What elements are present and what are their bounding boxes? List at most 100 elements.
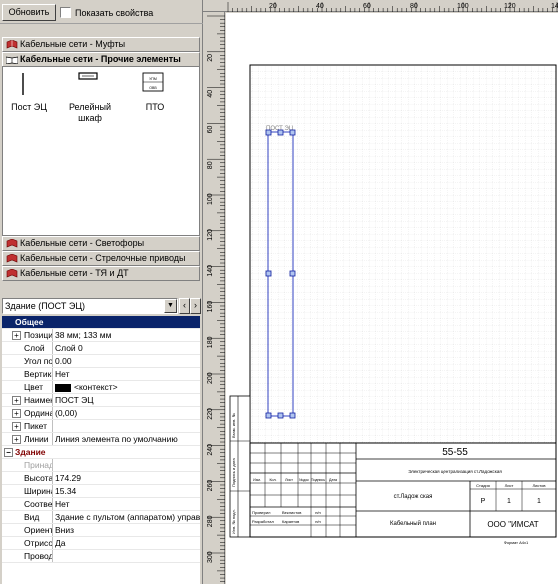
property-category-label: Здание [15, 447, 46, 457]
pto-icon-top-text: УПМ [149, 77, 157, 81]
property-value[interactable] [54, 420, 200, 432]
property-row[interactable]: +Позиция38 мм; 133 мм [2, 329, 200, 342]
property-key: Позиция [2, 329, 53, 341]
property-value[interactable]: <контекст> [54, 381, 200, 393]
property-value[interactable]: 0.00 [54, 355, 200, 367]
property-value[interactable]: 38 мм; 133 мм [54, 329, 200, 341]
property-key: Вертикально [2, 368, 53, 380]
handle-bottom[interactable] [277, 412, 284, 419]
property-value-text: Нет [55, 369, 70, 379]
property-value[interactable]: ПОСТ ЭЦ [54, 394, 200, 406]
object-selector-value: Здание (ПОСТ ЭЦ) [5, 301, 85, 311]
group-cable-switch-drives[interactable]: Кабельные сети - Стрелочные приводы [2, 251, 200, 266]
col-kol: Кол. [269, 478, 276, 482]
handle-bottom-left[interactable] [265, 412, 272, 419]
property-row[interactable]: СоответствиеНет [2, 498, 200, 511]
property-category[interactable]: − Здание [2, 446, 200, 459]
handle-top-left[interactable] [265, 129, 272, 136]
property-value-text: Вниз [55, 525, 75, 535]
property-value[interactable] [54, 459, 200, 471]
palette-item-post-ec[interactable]: Пост ЭЦ [9, 69, 49, 113]
show-properties-checkbox[interactable]: Показать свойства [60, 5, 153, 20]
ruler-label: 220 [207, 408, 214, 420]
property-row[interactable]: ВертикальноНет [2, 368, 200, 381]
property-value[interactable]: 15.34 [54, 485, 200, 497]
drawing-canvas[interactable]: Взам. инв. № Подпись и дата Инв. № подл.… [226, 13, 558, 584]
library-toolbar: Обновить Показать свойства [0, 0, 203, 24]
property-value[interactable]: Вниз [54, 524, 200, 536]
property-value-text: Здание с пультом (аппаратом) управления [55, 512, 200, 522]
property-value[interactable]: 174.29 [54, 472, 200, 484]
property-category[interactable]: −Общее [2, 316, 200, 329]
property-row[interactable]: + Линии Линия элемента по умолчанию [2, 433, 200, 446]
group-cable-other[interactable]: Кабельные сети - Прочие элементы [2, 52, 200, 67]
col-list: Лист [285, 478, 293, 482]
chevron-down-icon[interactable]: ▼ [164, 299, 177, 313]
sheet-value: 1 [507, 498, 511, 505]
palette-item-pto[interactable]: УПМ ОВВ ПТО [133, 69, 177, 113]
sign-cell-2: п/п [315, 519, 320, 524]
property-row[interactable]: Принадлежность [2, 459, 200, 472]
pto-icon: УПМ ОВВ [142, 72, 164, 92]
post-ec-icon [22, 73, 24, 95]
property-value[interactable]: Да [54, 537, 200, 549]
sheet-header: Лист [505, 483, 514, 488]
prev-object-button[interactable]: ‹ [179, 298, 190, 314]
open-book-icon [6, 56, 18, 64]
property-key: Ордината [2, 407, 53, 419]
stamp-format: Формат А4х1 [504, 540, 529, 545]
property-row[interactable]: Цвет <контекст> [2, 381, 200, 394]
col-sign: Подпись [311, 478, 325, 482]
group-label: Кабельные сети - Прочие элементы [20, 54, 181, 64]
vertical-ruler-ticks: 20 40 60 80 100 120 140 160 180 200 220 240 260 280 30… [207, 15, 225, 582]
stamp-station: ст.Ладож ская [394, 494, 433, 500]
col-ndok: №док [299, 478, 309, 482]
ruler-label: 80 [410, 3, 418, 10]
color-swatch-icon [55, 383, 71, 392]
property-row[interactable]: + Пикет [2, 420, 200, 433]
property-value[interactable]: (0,00) [54, 407, 200, 419]
checkbox-box[interactable] [60, 7, 71, 18]
property-key: Принадлежность [2, 459, 53, 471]
group-label: Кабельные сети - Стрелочные приводы [20, 253, 186, 263]
handle-top-right-b[interactable] [289, 412, 296, 419]
property-row[interactable]: Угол поворота0.00 [2, 355, 200, 368]
handle-right[interactable] [289, 270, 296, 277]
next-object-button[interactable]: › [190, 298, 201, 314]
property-value[interactable]: Слой 0 [54, 342, 200, 354]
property-row[interactable]: ОриентацияВниз [2, 524, 200, 537]
property-row[interactable]: Слой Слой 0 [2, 342, 200, 355]
property-row[interactable]: ОтрисовкаДа [2, 537, 200, 550]
stamp-sheet-title: Кабельный план [390, 520, 436, 527]
property-value[interactable]: Нет [54, 498, 200, 510]
col-date: Дата [329, 478, 337, 482]
show-properties-label: Показать свойства [75, 7, 154, 18]
ruler-label: 100 [457, 3, 469, 10]
property-row[interactable]: ВидЗдание с пультом (аппаратом) управлен… [2, 511, 200, 524]
group-cable-couplings[interactable]: Кабельные сети - Муфты [2, 37, 200, 52]
ruler-label: 260 [207, 480, 214, 492]
object-selector[interactable]: Здание (ПОСТ ЭЦ) [2, 298, 178, 314]
property-row[interactable]: +НаименованиеПОСТ ЭЦ [2, 394, 200, 407]
property-value[interactable] [54, 550, 200, 562]
property-value[interactable]: Здание с пультом (аппаратом) управления [54, 511, 200, 523]
handle-top[interactable] [277, 129, 284, 136]
handle-left[interactable] [265, 270, 272, 277]
property-value[interactable]: Линия элемента по умолчанию [54, 433, 200, 445]
property-row[interactable]: Ширина 15.34 [2, 485, 200, 498]
refresh-button[interactable]: Обновить [2, 4, 56, 21]
group-cable-ty-dt[interactable]: Кабельные сети - ТЯ и ДТ [2, 266, 200, 281]
drawing-sheet: Взам. инв. № Подпись и дата Инв. № подл.… [226, 13, 558, 584]
palette-item-relay-cabinet[interactable]: Релейный шкаф [65, 69, 115, 124]
property-row[interactable]: Высота 174.29 [2, 472, 200, 485]
palette-item-label: Релейный шкаф [68, 102, 112, 123]
group-cable-signals[interactable]: Кабельные сети - Светофоры [2, 236, 200, 251]
book-icon [6, 40, 18, 49]
property-key: Высота [2, 472, 53, 484]
property-row[interactable]: +Ордината(0,00) [2, 407, 200, 420]
property-row[interactable]: Проводка [2, 550, 200, 563]
property-value-text: 15.34 [55, 486, 77, 496]
handle-top-right[interactable] [289, 129, 296, 136]
property-key: Проводка [2, 550, 53, 562]
property-value[interactable]: Нет [54, 368, 200, 380]
